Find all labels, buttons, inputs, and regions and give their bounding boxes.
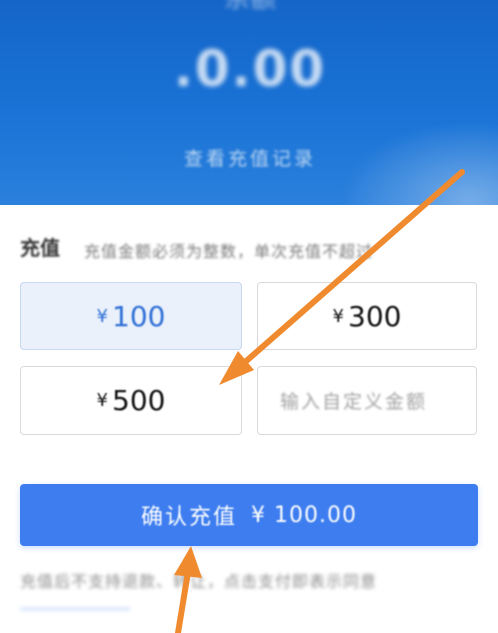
amount-option-100[interactable]: ¥ 100 [20, 282, 242, 350]
section-hint: 充值金额必须为整数，单次充值不超过 [84, 242, 374, 261]
recharge-page: 余额 .0.00 查看充值记录 充值 充值金额必须为整数，单次充值不超过 ¥ 1… [0, 0, 498, 633]
amount-value: 500 [112, 384, 166, 417]
footer-note: 充值后不支持退款、转让，点击支付即表示同意 [20, 572, 378, 591]
custom-amount-input[interactable]: 输入自定义金额 [257, 366, 477, 435]
amount-option-300[interactable]: ¥ 300 [257, 282, 477, 350]
balance-value: .0.00 [173, 40, 327, 98]
custom-amount-placeholder: 输入自定义金额 [280, 391, 428, 413]
currency-symbol: ¥ [332, 305, 344, 327]
balance-header: 余额 .0.00 查看充值记录 [0, 0, 498, 205]
confirm-recharge-button[interactable]: 确认充值 ¥ 100.00 [20, 484, 478, 546]
recharge-history-link[interactable]: 查看充值记录 [150, 144, 350, 171]
confirm-amount: ¥ 100.00 [251, 502, 357, 528]
amount-option-500[interactable]: ¥ 500 [20, 366, 242, 435]
balance-label: 余额 [170, 0, 330, 15]
amount-value: 300 [348, 299, 402, 333]
section-title: 充值 [20, 236, 60, 260]
header-glow-decoration [340, 120, 498, 205]
currency-symbol: ¥ [96, 305, 108, 327]
amount-value: 100 [112, 299, 166, 333]
confirm-label: 确认充值 [141, 505, 238, 530]
currency-symbol: ¥ [96, 390, 108, 411]
agreement-link[interactable] [20, 594, 130, 610]
